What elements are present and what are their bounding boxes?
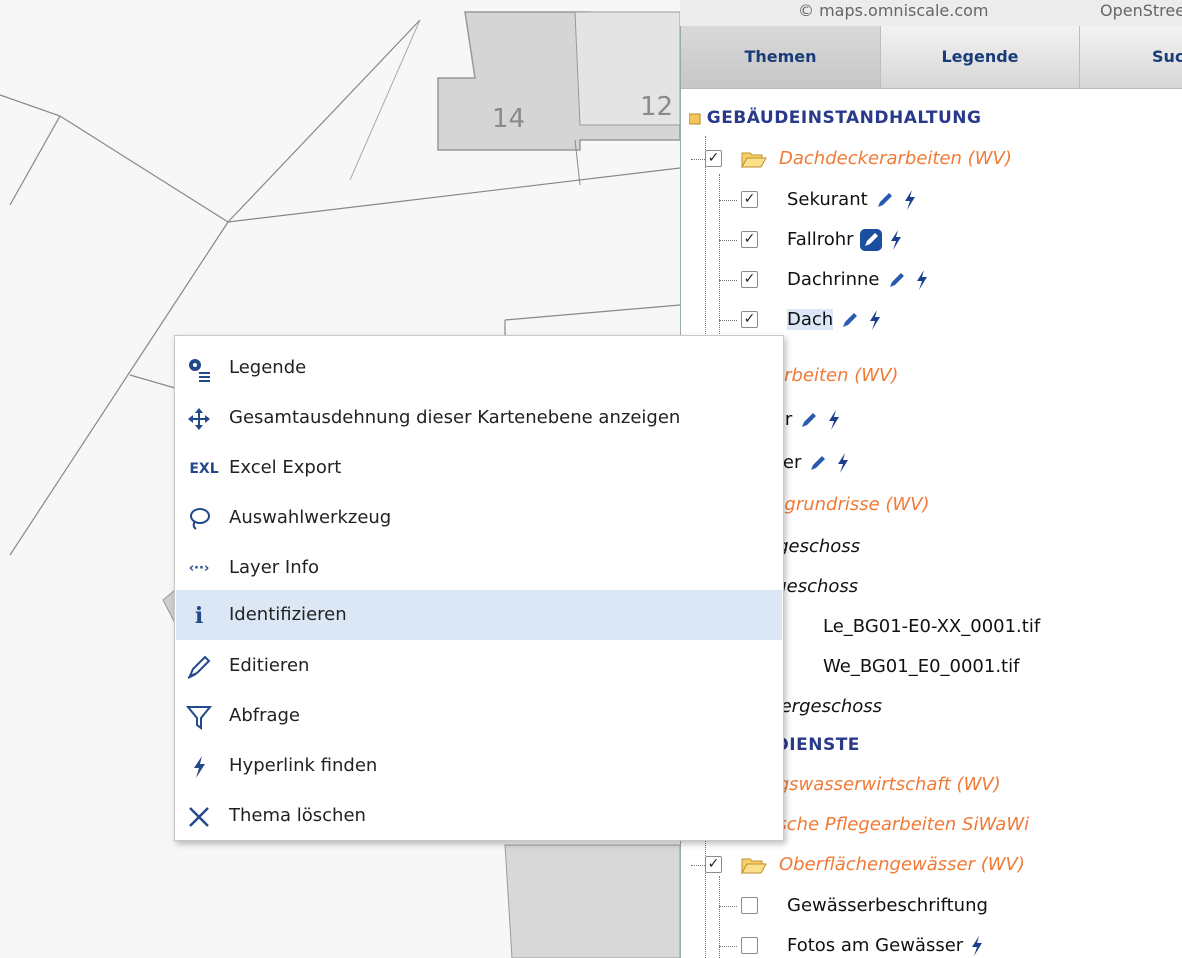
folder-icon (688, 113, 701, 125)
attribution-provider[interactable]: © maps.omniscale.com (798, 3, 989, 19)
tree-connector (705, 136, 706, 358)
menu-item-layer-info[interactable]: ‹··› Layer Info (176, 543, 782, 593)
tab-suche[interactable]: Suche (1080, 26, 1182, 88)
edit-pencil-icon[interactable] (798, 409, 820, 431)
lightning-icon[interactable] (826, 409, 842, 431)
parcel-number: 14 (492, 104, 526, 134)
lightning-icon[interactable] (914, 269, 930, 291)
lightning-icon[interactable] (888, 229, 904, 251)
checkbox[interactable] (741, 937, 758, 954)
checkbox[interactable]: ✓ (705, 150, 722, 167)
parcel-number: 12 (640, 92, 674, 122)
layer-label: We_BG01_E0_0001.tif (823, 656, 1020, 677)
layer-label: Le_BG01-E0-XX_0001.tif (823, 616, 1041, 637)
layer-label: Dach (787, 301, 883, 339)
filter-icon (185, 704, 213, 730)
folder-label: Dachdeckerarbeiten (WV) (779, 148, 1012, 169)
menu-item-abfrage[interactable]: Abfrage (176, 691, 782, 741)
edit-pencil-icon[interactable] (886, 269, 908, 291)
legend-icon (186, 356, 212, 382)
tree-connector (719, 174, 720, 354)
lightning-icon[interactable] (867, 309, 883, 331)
checkbox[interactable]: ✓ (741, 311, 758, 328)
lightning-icon[interactable] (902, 189, 918, 211)
tab-themen[interactable]: Themen (681, 26, 881, 88)
lightning-icon[interactable] (969, 935, 985, 957)
lightning-icon[interactable] (835, 452, 851, 474)
menu-item-hyperlink[interactable]: Hyperlink finden (176, 741, 782, 791)
info-icon: i (194, 603, 204, 629)
layer-label: Gewässerbeschriftung (787, 895, 988, 916)
move-arrows-icon (186, 406, 212, 432)
folder-open-icon (741, 858, 767, 874)
folder-open-icon (741, 152, 767, 168)
lightning-icon (186, 754, 212, 780)
checkbox[interactable]: ✓ (741, 191, 758, 208)
lasso-icon (186, 506, 212, 532)
menu-item-excel-export[interactable]: EXL Excel Export (176, 443, 782, 493)
layer-label: Fallrohr (787, 221, 904, 259)
menu-item-legende[interactable]: Legende (176, 343, 782, 393)
excel-icon: EXL (189, 461, 219, 477)
layer-label: Fotos am Gewässer (787, 927, 985, 958)
layer-label: Dachrinne (787, 261, 930, 299)
menu-item-auswahlwerkzeug[interactable]: Auswahlwerkzeug (176, 493, 782, 543)
checkbox[interactable]: ✓ (741, 271, 758, 288)
close-x-icon (186, 804, 212, 830)
context-menu: Legende Gesamtausdehnung dieser Karteneb… (174, 335, 784, 841)
panel-tabs: Themen Legende Suche (681, 26, 1182, 89)
edit-pencil-icon (186, 654, 212, 680)
menu-item-thema-loeschen[interactable]: Thema löschen (176, 791, 782, 841)
layer-info-icon: ‹··› (188, 561, 210, 576)
map-attribution: © maps.omniscale.com OpenStreetMap (680, 0, 1182, 26)
checkbox[interactable]: ✓ (705, 856, 722, 873)
attribution-osm[interactable]: OpenStreetMap (1100, 3, 1182, 19)
edit-pencil-icon[interactable] (859, 229, 882, 251)
group-title: Gebäudeinstandhaltung (706, 108, 982, 128)
menu-item-editieren[interactable]: Editieren (176, 641, 782, 691)
edit-pencil-icon[interactable] (874, 189, 896, 211)
menu-item-identifizieren[interactable]: i Identifizieren (176, 590, 782, 640)
checkbox[interactable] (741, 897, 758, 914)
edit-pencil-icon[interactable] (807, 452, 829, 474)
tab-legende[interactable]: Legende (881, 26, 1080, 88)
menu-item-gesamtausdehnung[interactable]: Gesamtausdehnung dieser Kartenebene anze… (176, 393, 782, 443)
layer-label: Sekurant (787, 181, 918, 219)
checkbox[interactable]: ✓ (741, 231, 758, 248)
tree-connector (705, 826, 706, 958)
folder-label: Oberflächengewässer (WV) (779, 854, 1025, 875)
edit-pencil-icon[interactable] (839, 309, 861, 331)
tree-group-gebaeude[interactable]: Gebäudeinstandhaltung (688, 99, 982, 137)
